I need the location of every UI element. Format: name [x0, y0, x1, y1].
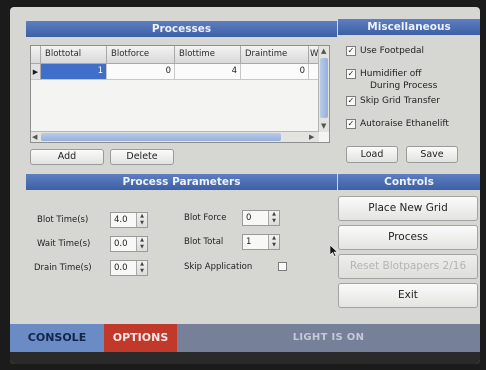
cell-blottime[interactable]: 4	[175, 64, 241, 80]
scroll-right-icon[interactable]: ▶	[309, 133, 314, 141]
scroll-left-icon[interactable]: ◀	[32, 133, 37, 141]
humidifier-off-label-line2: During Process	[370, 81, 438, 91]
processes-header: Processes	[26, 21, 337, 37]
autoraise-ethanelift-checkbox[interactable]: ✓	[346, 119, 356, 129]
light-status-text: LIGHT IS ON	[292, 332, 365, 343]
humidifier-off-label: Humidifier off	[360, 69, 422, 79]
app-screen: Processes Blottotal Blotforce Blottime D…	[10, 7, 480, 364]
table-row[interactable]: ▶ 1 0 4 0	[31, 64, 319, 80]
spin-arrows-icon[interactable]: ▲ ▼	[268, 211, 279, 225]
use-footpedal-checkbox[interactable]: ✓	[346, 46, 356, 56]
drain-time-value: 0.0	[114, 263, 128, 273]
process-parameters-header: Process Parameters	[26, 174, 337, 190]
processes-table[interactable]: Blottotal Blotforce Blottime Draintime W…	[30, 45, 330, 143]
cell-blotforce[interactable]: 0	[107, 64, 175, 80]
wait-time-label: Wait Time(s)	[37, 239, 91, 249]
table-header: Blottotal Blotforce Blottime Draintime W	[31, 46, 319, 64]
column-header-draintime[interactable]: Draintime	[241, 46, 309, 64]
skip-application-checkbox[interactable]	[278, 262, 287, 271]
controls-header: Controls	[338, 174, 480, 190]
save-button[interactable]: Save	[406, 146, 458, 163]
spin-arrows-icon[interactable]: ▲ ▼	[136, 261, 147, 275]
blot-time-value: 4.0	[114, 215, 128, 225]
reset-blotpapers-button: Reset Blotpapers 2/16	[338, 254, 478, 279]
blot-total-spinbox[interactable]: 1 ▲ ▼	[242, 234, 280, 250]
load-button[interactable]: Load	[346, 146, 398, 163]
column-header-blottime[interactable]: Blottime	[175, 46, 241, 64]
spin-arrows-icon[interactable]: ▲ ▼	[136, 213, 147, 227]
drain-time-label: Drain Time(s)	[34, 263, 92, 273]
row-header-corner	[31, 46, 41, 64]
blot-total-value: 1	[246, 237, 252, 247]
autoraise-ethanelift-label: Autoraise Ethanelift	[360, 119, 449, 129]
vertical-scroll-thumb[interactable]	[320, 58, 328, 118]
process-button[interactable]: Process	[338, 225, 478, 250]
wait-time-value: 0.0	[114, 239, 128, 249]
delete-button[interactable]: Delete	[110, 149, 174, 165]
spin-arrows-icon[interactable]: ▲ ▼	[136, 237, 147, 251]
column-header-blotforce[interactable]: Blotforce	[107, 46, 175, 64]
drain-time-spinbox[interactable]: 0.0 ▲ ▼	[110, 260, 148, 276]
column-header-blottotal[interactable]: Blottotal	[41, 46, 107, 64]
row-marker: ▶	[31, 64, 41, 80]
cell-blottotal[interactable]: 1	[41, 64, 107, 80]
vertical-scrollbar[interactable]: ▲ ▼	[318, 46, 329, 132]
blot-force-spinbox[interactable]: 0 ▲ ▼	[242, 210, 280, 226]
miscellaneous-header: Miscellaneous	[338, 19, 480, 35]
blot-time-spinbox[interactable]: 4.0 ▲ ▼	[110, 212, 148, 228]
options-tab[interactable]: OPTIONS	[104, 324, 177, 352]
scroll-up-icon[interactable]: ▲	[321, 47, 326, 55]
screen-bezel-bottom	[10, 352, 480, 364]
horizontal-scroll-thumb[interactable]	[41, 133, 281, 141]
console-tab[interactable]: CONSOLE	[10, 324, 104, 352]
exit-button[interactable]: Exit	[338, 283, 478, 308]
blot-total-label: Blot Total	[184, 237, 224, 247]
blot-force-label: Blot Force	[184, 213, 227, 223]
status-bar: CONSOLE OPTIONS LIGHT IS ON	[10, 324, 480, 352]
skip-grid-transfer-label: Skip Grid Transfer	[360, 96, 440, 106]
horizontal-scrollbar[interactable]: ◀ ▶	[31, 131, 319, 142]
spin-arrows-icon[interactable]: ▲ ▼	[268, 235, 279, 249]
skip-grid-transfer-checkbox[interactable]: ✓	[346, 96, 356, 106]
mouse-cursor-icon	[330, 245, 338, 257]
skip-application-label: Skip Application	[184, 262, 253, 272]
wait-time-spinbox[interactable]: 0.0 ▲ ▼	[110, 236, 148, 252]
cell-draintime[interactable]: 0	[241, 64, 309, 80]
scroll-down-icon[interactable]: ▼	[321, 122, 326, 130]
add-button[interactable]: Add	[30, 149, 104, 165]
blot-force-value: 0	[246, 213, 252, 223]
place-new-grid-button[interactable]: Place New Grid	[338, 196, 478, 221]
blot-time-label: Blot Time(s)	[37, 215, 89, 225]
use-footpedal-label: Use Footpedal	[360, 46, 425, 56]
humidifier-off-checkbox[interactable]: ✓	[346, 69, 356, 79]
